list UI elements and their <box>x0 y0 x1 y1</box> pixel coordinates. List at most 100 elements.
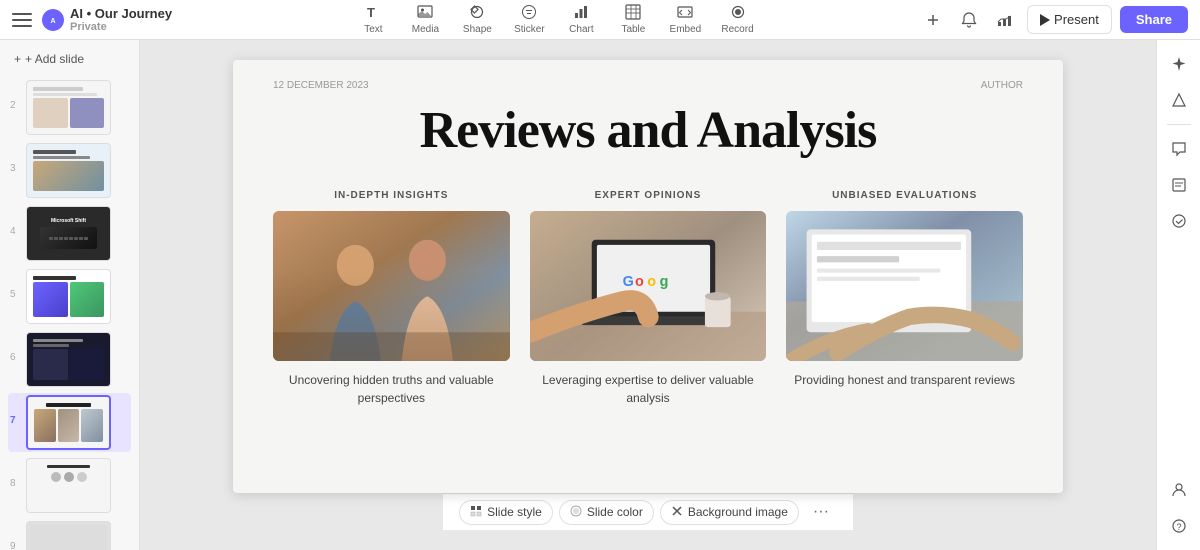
slide-num-3: 3 <box>10 163 20 174</box>
slide-author: AUTHOR <box>981 80 1023 91</box>
tool-record[interactable]: Record <box>713 0 761 39</box>
shape-icon <box>469 4 485 22</box>
slide-date: 12 DECEMBER 2023 <box>273 80 369 91</box>
sticker-icon <box>521 4 537 22</box>
slide-thumb-8[interactable]: 8 <box>8 456 131 515</box>
add-slide-label: + Add slide <box>25 52 84 66</box>
slide-columns: IN-DEPTH INSIGHTS <box>273 190 1023 407</box>
rp-check-button[interactable] <box>1163 205 1195 237</box>
slide-color-icon <box>570 505 582 520</box>
record-icon <box>730 4 746 22</box>
slide-color-label: Slide color <box>587 505 643 519</box>
slide-preview-8 <box>26 458 111 513</box>
slide-thumb-3[interactable]: 3 <box>8 141 131 200</box>
background-image-icon <box>671 505 683 520</box>
tool-shape[interactable]: Shape <box>453 0 501 39</box>
tool-table[interactable]: Table <box>609 0 657 39</box>
tool-text-label: Text <box>364 24 382 35</box>
app-subtitle: Private <box>70 21 172 33</box>
chart-icon <box>573 4 589 22</box>
svg-text:o: o <box>635 274 644 290</box>
slide-preview-7 <box>26 395 111 450</box>
slide-preview-3 <box>26 143 111 198</box>
slide-title: Reviews and Analysis <box>273 101 1023 160</box>
canvas-area: 12 DECEMBER 2023 AUTHOR Reviews and Anal… <box>140 40 1156 550</box>
slide-thumb-6[interactable]: 6 <box>8 330 131 389</box>
add-button[interactable] <box>919 6 947 34</box>
rp-comment-button[interactable] <box>1163 133 1195 165</box>
more-options-button[interactable]: ··· <box>805 499 837 525</box>
slide-thumb-4[interactable]: 4 Microsoft Shift <box>8 204 131 263</box>
rp-sparkle-button[interactable] <box>1163 48 1195 80</box>
slide-preview-6 <box>26 332 111 387</box>
notification-button[interactable] <box>955 6 983 34</box>
svg-text:?: ? <box>1176 522 1181 532</box>
rp-divider-1 <box>1167 124 1191 125</box>
background-image-button[interactable]: Background image <box>660 500 799 525</box>
slide-preview-2 <box>26 80 111 135</box>
slide-thumb-2[interactable]: 2 <box>8 78 131 137</box>
slide-thumb-7[interactable]: 7 <box>8 393 131 452</box>
share-button[interactable]: Share <box>1120 6 1188 33</box>
slide-color-button[interactable]: Slide color <box>559 500 654 525</box>
rp-profile-button[interactable] <box>1163 474 1195 506</box>
tool-sticker-label: Sticker <box>514 24 545 35</box>
tool-chart[interactable]: Chart <box>557 0 605 39</box>
analytics-button[interactable] <box>991 6 1019 34</box>
logo-icon: A <box>42 9 64 31</box>
present-button[interactable]: Present <box>1027 5 1112 34</box>
col-1-label: IN-DEPTH INSIGHTS <box>334 190 448 201</box>
tool-media[interactable]: Media <box>401 0 449 39</box>
slide-num-4: 4 <box>10 226 20 237</box>
slide-num-9: 9 <box>10 541 20 550</box>
col-3-label: UNBIASED EVALUATIONS <box>832 190 977 201</box>
laptop-image: G o o g <box>530 211 767 361</box>
slide-style-button[interactable]: Slide style <box>459 500 553 525</box>
toolbar-left: A AI • Our Journey Private <box>12 6 192 33</box>
slide-style-label: Slide style <box>487 505 542 519</box>
tool-table-label: Table <box>621 24 645 35</box>
tool-chart-label: Chart <box>569 24 593 35</box>
slide-num-6: 6 <box>10 352 20 363</box>
slide-meta: 12 DECEMBER 2023 AUTHOR <box>273 80 1023 91</box>
toolbar-right: Present Share <box>919 5 1188 34</box>
slide-thumb-5[interactable]: 5 <box>8 267 131 326</box>
slide-preview-9 <box>26 521 111 550</box>
slide-style-icon <box>470 505 482 520</box>
col-2-image: G o o g <box>530 211 767 361</box>
tool-text[interactable]: T Text <box>349 0 397 39</box>
tool-embed-label: Embed <box>670 24 702 35</box>
app-title-group: AI • Our Journey Private <box>70 6 172 33</box>
slide-canvas[interactable]: 12 DECEMBER 2023 AUTHOR Reviews and Anal… <box>233 60 1063 493</box>
slide-num-5: 5 <box>10 289 20 300</box>
people-image <box>273 211 510 361</box>
col-2-desc: Leveraging expertise to deliver valuable… <box>530 371 767 407</box>
menu-button[interactable] <box>12 13 32 27</box>
right-panel: ? <box>1156 40 1200 550</box>
rp-notes-button[interactable] <box>1163 169 1195 201</box>
column-1: IN-DEPTH INSIGHTS <box>273 190 510 407</box>
svg-text:G: G <box>622 274 633 290</box>
main-area: + + Add slide 2 <box>0 40 1200 550</box>
svg-text:o: o <box>647 274 656 290</box>
app-logo: A AI • Our Journey Private <box>42 6 172 33</box>
slide-num-2: 2 <box>10 100 20 111</box>
tool-media-label: Media <box>412 24 439 35</box>
main-toolbar: A AI • Our Journey Private T Text Media <box>0 0 1200 40</box>
rp-shapes-button[interactable] <box>1163 84 1195 116</box>
table-icon <box>625 4 641 22</box>
svg-text:T: T <box>367 5 375 20</box>
media-icon <box>417 4 433 22</box>
toolbar-tools: T Text Media Shape Sticker <box>192 0 919 39</box>
tool-record-label: Record <box>721 24 753 35</box>
svg-text:g: g <box>659 274 668 290</box>
tool-embed[interactable]: Embed <box>661 0 709 39</box>
col-3-image <box>786 211 1023 361</box>
tool-sticker[interactable]: Sticker <box>505 0 553 39</box>
col-3-desc: Providing honest and transparent reviews <box>794 371 1015 389</box>
app-title: AI • Our Journey <box>70 6 172 21</box>
col-1-desc: Uncovering hidden truths and valuable pe… <box>273 371 510 407</box>
rp-help-button[interactable]: ? <box>1163 510 1195 542</box>
add-slide-button[interactable]: + + Add slide <box>8 48 131 70</box>
slide-thumb-9[interactable]: 9 <box>8 519 131 550</box>
